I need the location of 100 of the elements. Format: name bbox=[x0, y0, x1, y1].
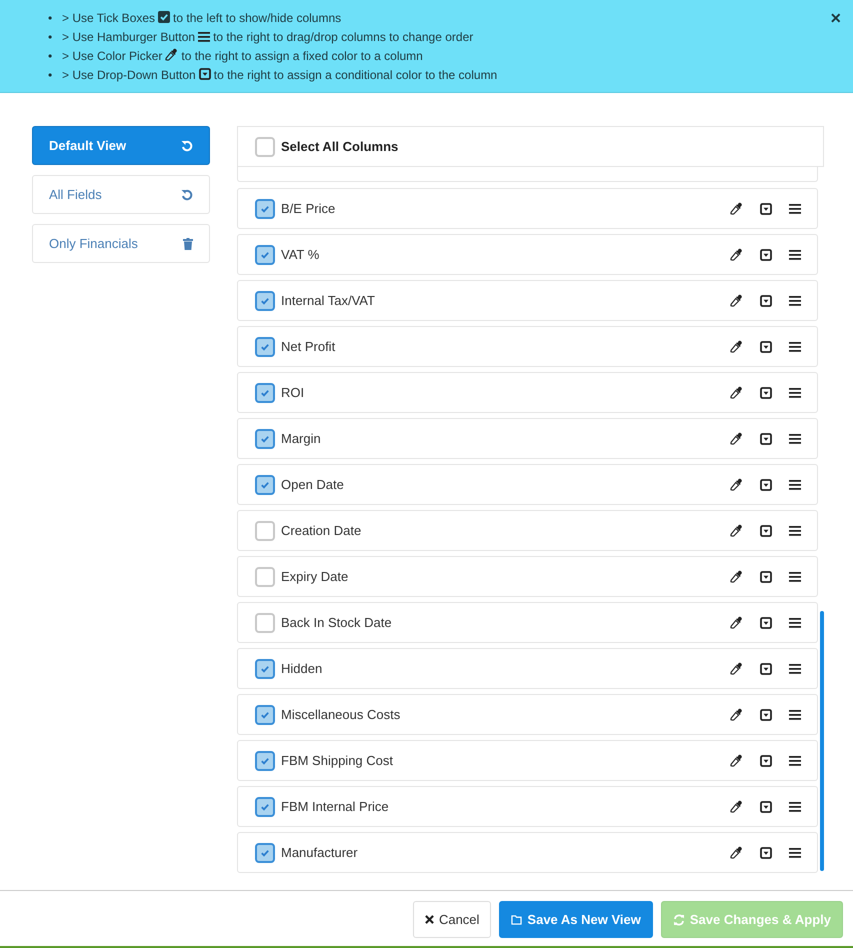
checkbox[interactable] bbox=[255, 566, 275, 586]
eyedropper-icon bbox=[730, 248, 743, 261]
column-label: Manufacturer bbox=[281, 845, 359, 860]
column-label: B/E Price bbox=[281, 201, 336, 216]
hamburger-icon bbox=[198, 32, 210, 42]
dropdown-icon bbox=[198, 68, 211, 80]
eyedropper-icon bbox=[730, 294, 743, 307]
checkbox[interactable] bbox=[255, 244, 275, 264]
dropdown-icon bbox=[760, 340, 772, 352]
reset-icon bbox=[181, 140, 193, 152]
column-label: Margin bbox=[281, 431, 322, 446]
column-label: Open Date bbox=[281, 477, 345, 492]
drag-handle-icon bbox=[789, 664, 801, 674]
eyedropper-icon bbox=[730, 616, 743, 629]
checkbox[interactable] bbox=[255, 198, 275, 218]
eyedropper-icon bbox=[730, 662, 743, 675]
eyedropper-icon bbox=[730, 800, 743, 813]
dropdown-icon bbox=[760, 294, 772, 306]
checkbox[interactable] bbox=[255, 428, 275, 448]
checkbox[interactable] bbox=[255, 382, 275, 402]
bullet: • bbox=[48, 67, 54, 84]
eyedropper-icon bbox=[730, 570, 743, 583]
trash-icon bbox=[183, 238, 193, 250]
folder-icon bbox=[511, 914, 522, 924]
check-icon bbox=[260, 848, 270, 858]
checkbox[interactable] bbox=[255, 336, 275, 356]
check-icon bbox=[260, 296, 270, 306]
dropdown-icon bbox=[760, 846, 772, 858]
drag-handle-icon bbox=[789, 848, 801, 858]
bullet: • bbox=[48, 48, 54, 65]
view-label: All Fields bbox=[49, 187, 102, 202]
column-label: Back In Stock Date bbox=[281, 615, 393, 630]
checkbox[interactable] bbox=[255, 796, 275, 816]
save-button[interactable]: Save As New View bbox=[499, 901, 653, 938]
eyedropper-icon bbox=[730, 524, 743, 537]
dropdown-icon bbox=[760, 432, 772, 444]
instruction-text: > Use Tick Boxes bbox=[62, 11, 156, 25]
checkbox-icon bbox=[158, 11, 170, 23]
column-label: Internal Tax/VAT bbox=[281, 293, 376, 308]
checkbox[interactable] bbox=[255, 520, 275, 540]
dropdown-icon bbox=[760, 248, 772, 260]
check-icon bbox=[260, 756, 270, 766]
eyedropper-icon bbox=[730, 340, 743, 353]
eyedropper-icon bbox=[730, 846, 743, 859]
column-label: VAT % bbox=[281, 247, 320, 262]
eyedropper-icon bbox=[730, 754, 743, 767]
drag-handle-icon bbox=[789, 618, 801, 628]
select-all-checkbox[interactable] bbox=[255, 136, 275, 156]
drag-handle-icon bbox=[789, 480, 801, 490]
view-item[interactable]: Only Financials bbox=[32, 224, 210, 263]
cancel-button[interactable]: Cancel bbox=[412, 901, 492, 938]
view-label: Only Financials bbox=[49, 236, 138, 251]
view-label: Default View bbox=[49, 138, 126, 153]
scrollbar[interactable] bbox=[820, 611, 824, 871]
checkbox[interactable] bbox=[255, 658, 275, 678]
eyedropper-icon bbox=[730, 432, 743, 445]
drag-handle-icon bbox=[789, 710, 801, 720]
check-icon bbox=[260, 434, 270, 444]
drag-handle-icon bbox=[789, 388, 801, 398]
close-button[interactable]: × bbox=[830, 8, 841, 28]
drag-handle-icon bbox=[789, 526, 801, 536]
column-label: FBM Shipping Cost bbox=[281, 753, 394, 768]
instruction-text: > Use Drop-Down Button bbox=[62, 68, 196, 82]
select-all-label: Select All Columns bbox=[281, 139, 398, 154]
checkbox[interactable] bbox=[255, 750, 275, 770]
dropdown-icon bbox=[760, 524, 772, 536]
checkbox[interactable] bbox=[255, 842, 275, 862]
column-label: Net Profit bbox=[281, 339, 336, 354]
dropdown-icon bbox=[760, 386, 772, 398]
drag-handle-icon bbox=[789, 342, 801, 352]
dropdown-icon bbox=[760, 478, 772, 490]
view-item[interactable]: Default View bbox=[32, 126, 210, 165]
dropdown-icon bbox=[760, 662, 772, 674]
column-label: Creation Date bbox=[281, 523, 362, 538]
checkbox[interactable] bbox=[255, 290, 275, 310]
instruction-text: to the right to drag/drop columns to change order bbox=[213, 30, 474, 44]
check-icon bbox=[260, 342, 270, 352]
drag-handle-icon bbox=[789, 296, 801, 306]
checkbox[interactable] bbox=[255, 474, 275, 494]
close-icon bbox=[424, 915, 434, 924]
dropdown-icon bbox=[760, 202, 772, 214]
bullet: • bbox=[48, 10, 54, 27]
check-icon bbox=[260, 388, 270, 398]
check-icon bbox=[260, 664, 270, 674]
instruction-text: to the left to show/hide columns bbox=[173, 11, 342, 25]
checkbox[interactable] bbox=[255, 612, 275, 632]
view-item[interactable]: All Fields bbox=[32, 175, 210, 214]
dropdown-icon bbox=[760, 708, 772, 720]
drag-handle-icon bbox=[789, 756, 801, 766]
column-label: Miscellaneous Costs bbox=[281, 707, 402, 722]
check-icon bbox=[260, 710, 270, 720]
instruction-text: to the right to assign a fixed color to a column bbox=[181, 49, 423, 63]
column-label: FBM Internal Price bbox=[281, 799, 390, 814]
column-label: Expiry Date bbox=[281, 569, 350, 584]
drag-handle-icon bbox=[789, 204, 801, 214]
dropdown-icon bbox=[760, 754, 772, 766]
dropdown-icon bbox=[760, 800, 772, 812]
bullet: • bbox=[48, 29, 54, 46]
instruction-text: to the right to assign a conditional color to the column bbox=[214, 68, 498, 82]
checkbox[interactable] bbox=[255, 704, 275, 724]
